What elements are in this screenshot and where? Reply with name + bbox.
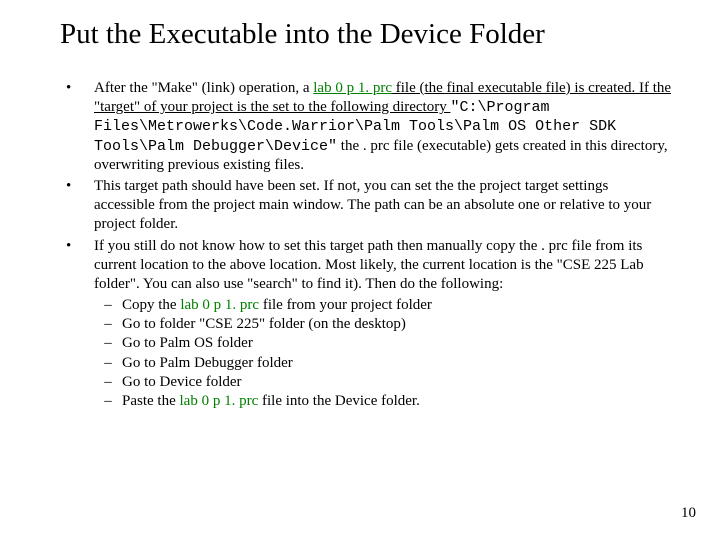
sub-item: – Go to Palm OS folder xyxy=(94,334,672,353)
bullet-marker: • xyxy=(60,177,94,235)
sub-text: Paste the lab 0 p 1. prc file into the D… xyxy=(122,392,672,411)
sub-text: Copy the lab 0 p 1. prc file from your p… xyxy=(122,296,672,315)
dash-marker: – xyxy=(94,296,122,315)
bullet-item: • If you still do not know how to set th… xyxy=(60,237,672,412)
text-fragment: If you still do not know how to set this… xyxy=(94,238,644,292)
dash-marker: – xyxy=(94,334,122,353)
slide: Put the Executable into the Device Folde… xyxy=(0,0,720,540)
bullet-text: This target path should have been set. I… xyxy=(94,177,672,235)
prc-filename: lab 0 p 1. prc xyxy=(180,393,259,409)
bullet-text: After the "Make" (link) operation, a lab… xyxy=(94,79,672,175)
text-fragment: After the "Make" (link) operation, a xyxy=(94,80,313,96)
sub-item: – Go to Palm Debugger folder xyxy=(94,354,672,373)
sub-item: – Go to folder "CSE 225" folder (on the … xyxy=(94,315,672,334)
sub-text: Go to Palm Debugger folder xyxy=(122,354,672,373)
bullet-item: • After the "Make" (link) operation, a l… xyxy=(60,79,672,175)
prc-filename: lab 0 p 1. prc xyxy=(180,297,259,313)
prc-filename: lab 0 p 1. prc xyxy=(313,80,392,96)
sub-item: – Go to Device folder xyxy=(94,373,672,392)
sub-list: – Copy the lab 0 p 1. prc file from your… xyxy=(94,296,672,411)
bullet-item: • This target path should have been set.… xyxy=(60,177,672,235)
text-fragment: Copy the xyxy=(122,297,180,313)
text-fragment: file into the Device folder. xyxy=(258,393,420,409)
text-fragment: file from your project folder xyxy=(259,297,432,313)
dash-marker: – xyxy=(94,315,122,334)
bullet-list: • After the "Make" (link) operation, a l… xyxy=(60,79,672,411)
sub-item: – Paste the lab 0 p 1. prc file into the… xyxy=(94,392,672,411)
bullet-marker: • xyxy=(60,237,94,412)
sub-text: Go to Device folder xyxy=(122,373,672,392)
dash-marker: – xyxy=(94,354,122,373)
sub-text: Go to Palm OS folder xyxy=(122,334,672,353)
sub-item: – Copy the lab 0 p 1. prc file from your… xyxy=(94,296,672,315)
text-fragment: Paste the xyxy=(122,393,180,409)
dash-marker: – xyxy=(94,373,122,392)
dash-marker: – xyxy=(94,392,122,411)
bullet-marker: • xyxy=(60,79,94,175)
slide-title: Put the Executable into the Device Folde… xyxy=(60,18,672,51)
sub-text: Go to folder "CSE 225" folder (on the de… xyxy=(122,315,672,334)
page-number: 10 xyxy=(681,505,696,522)
bullet-text: If you still do not know how to set this… xyxy=(94,237,672,412)
